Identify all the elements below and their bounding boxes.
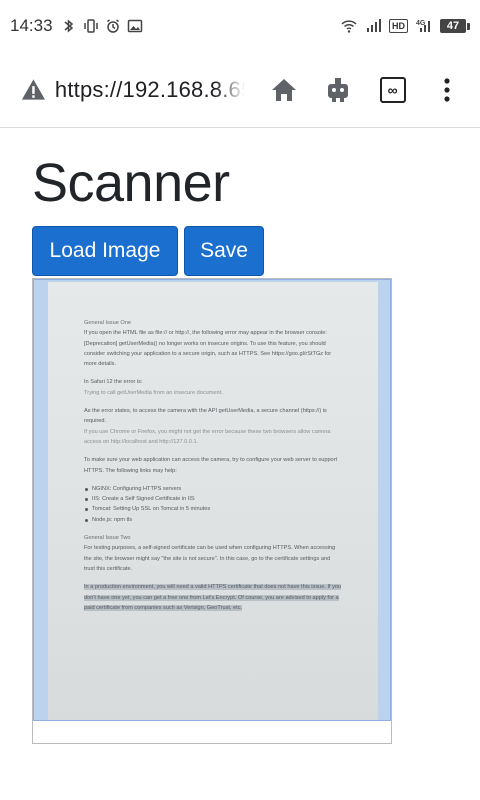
doc-paragraph: In Safari 12 the error is: [84, 379, 143, 386]
not-secure-warning-icon[interactable] [20, 76, 47, 104]
browser-toolbar: https://192.168.8.65: ∞ [0, 52, 480, 128]
load-image-button[interactable]: Load Image [32, 226, 178, 276]
status-left-icons [61, 18, 143, 34]
document-text: General Issue One If you open the HTML fi… [84, 318, 342, 621]
save-button[interactable]: Save [184, 226, 264, 276]
battery-indicator: 47 [440, 19, 470, 33]
home-icon [272, 78, 297, 101]
battery-nub [467, 22, 470, 30]
home-button[interactable] [263, 68, 305, 112]
signal-icon [367, 19, 381, 32]
doc-paragraph: As the error states, to access the camer… [84, 408, 327, 425]
status-right-icons: HD 4G 47 [341, 18, 470, 34]
doc-highlighted-paragraph: In a production environment, you will ne… [84, 584, 342, 611]
scanner-canvas[interactable]: General Issue One If you open the HTML fi… [32, 278, 392, 744]
hd-icon: HD [389, 19, 408, 33]
more-icon [444, 77, 450, 102]
doc-link-list: NGINX: Configuring HTTPS servers IIS: Cr… [84, 484, 342, 525]
bluetooth-icon [64, 19, 73, 33]
scanned-document-image: General Issue One If you open the HTML fi… [48, 282, 378, 720]
doc-heading: General Issue Two [84, 535, 131, 542]
page-title: Scanner [32, 153, 230, 213]
doc-link-item: NGINX: Configuring HTTPS servers [84, 484, 342, 494]
doc-heading: General Issue One [84, 320, 131, 326]
doc-paragraph: Trying to call getUserMedia from an inse… [84, 389, 223, 396]
more-menu-button[interactable] [426, 68, 468, 112]
tabs-icon: ∞ [379, 76, 406, 103]
doc-link-item: IIS: Create a Self Signed Certificate in… [84, 494, 342, 504]
crop-selection-area[interactable]: General Issue One If you open the HTML fi… [33, 279, 391, 721]
status-time: 14:33 [10, 16, 53, 35]
image-icon [127, 19, 142, 33]
tabs-button[interactable]: ∞ [372, 68, 414, 112]
doc-link-item: Tomcat: Setting Up SSL on Tomcat in 5 mi… [84, 504, 342, 514]
doc-paragraph: For testing purposes, a self-signed cert… [84, 545, 336, 572]
extension-button[interactable] [317, 68, 359, 112]
url-field[interactable]: https://192.168.8.65: [55, 76, 246, 103]
extension-icon [328, 77, 349, 102]
4g-signal-icon: 4G [416, 20, 430, 32]
alarm-icon [106, 19, 119, 33]
status-bar: 14:33 HD 4G 47 [0, 0, 480, 52]
doc-paragraph: If you open the HTML file as file:// or … [84, 330, 332, 368]
doc-paragraph: To make sure your web application can ac… [84, 457, 338, 474]
battery-level: 47 [440, 19, 466, 33]
doc-link-item: Node.js: npm tls [84, 515, 342, 525]
vibrate-icon [83, 19, 98, 33]
wifi-icon [341, 20, 357, 33]
doc-paragraph: If you use Chrome or Firefox, you might … [84, 428, 331, 445]
